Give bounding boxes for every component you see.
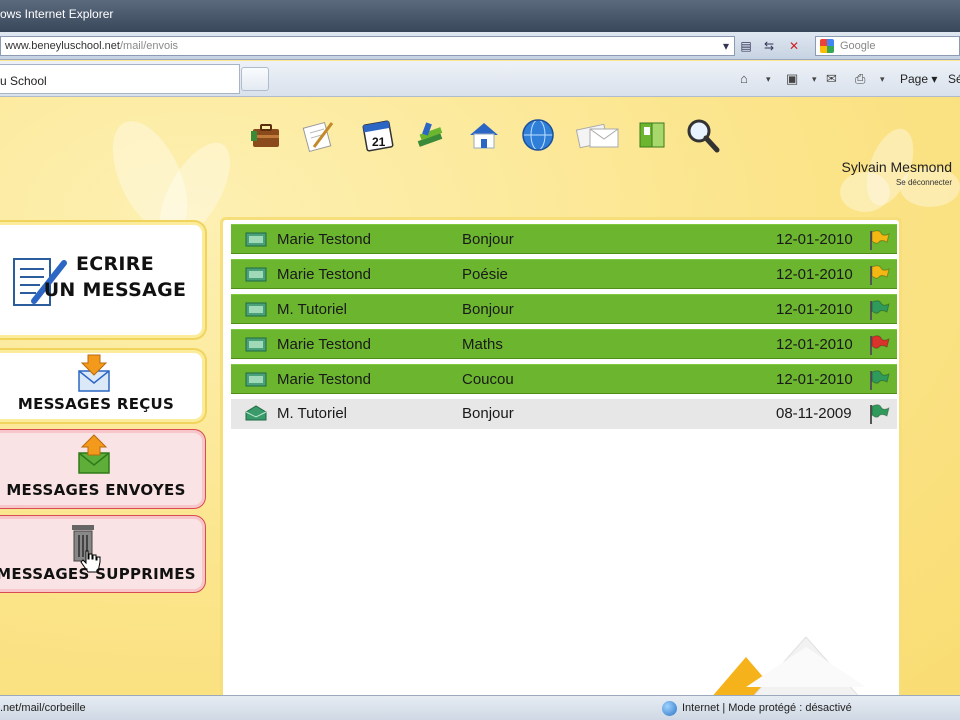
window-title: ows Internet Explorer	[0, 7, 114, 21]
tab-bar: u School ⌂ ▾ ▣ ▾ ✉ ⎙ ▾ Page ▾ Sé	[0, 61, 960, 97]
message-sender: M. Tutoriel	[277, 405, 348, 422]
message-sender: Marie Testond	[277, 266, 371, 283]
message-subject: Coucou	[462, 371, 514, 388]
app-icon-bar: 21	[246, 115, 730, 159]
message-date: 12-01-2010	[776, 371, 853, 388]
green-flag-icon[interactable]	[867, 299, 891, 321]
tab-title: u School	[0, 74, 47, 88]
message-row[interactable]: M. Tutoriel Bonjour 12-01-2010	[231, 294, 897, 324]
url-host: www.beneyluschool.net	[5, 40, 120, 52]
message-row[interactable]: Marie Testond Coucou 12-01-2010	[231, 364, 897, 394]
calendar-icon[interactable]: 21	[358, 115, 398, 155]
red-flag-icon[interactable]	[867, 334, 891, 356]
message-date: 08-11-2009	[776, 405, 852, 422]
message-date: 12-01-2010	[776, 266, 853, 283]
feeds-dropdown-icon[interactable]: ▾	[812, 74, 817, 85]
message-subject: Bonjour	[462, 405, 514, 422]
messages-received-label: MESSAGES REÇUS	[17, 395, 175, 413]
window-titlebar: ows Internet Explorer	[0, 0, 960, 32]
envelope-icon	[245, 337, 267, 352]
message-subject: Bonjour	[462, 231, 514, 248]
envelope-icon	[245, 267, 267, 282]
envelope-icon	[245, 302, 267, 317]
books-icon[interactable]	[410, 115, 450, 155]
message-row[interactable]: Marie Testond Maths 12-01-2010	[231, 329, 897, 359]
message-sender: Marie Testond	[277, 336, 371, 353]
messages-received-button[interactable]: MESSAGES REÇUS	[0, 353, 202, 419]
green-flag-icon[interactable]	[867, 369, 891, 391]
address-dropdown-icon[interactable]: ▾	[717, 38, 735, 54]
home-dropdown-icon[interactable]: ▾	[766, 74, 771, 85]
google-icon	[820, 39, 834, 53]
album-icon[interactable]	[632, 115, 672, 155]
message-date: 12-01-2010	[776, 336, 853, 353]
notepad-icon[interactable]	[298, 115, 338, 155]
envelope-decoration-icon	[713, 636, 866, 695]
message-date: 12-01-2010	[776, 301, 853, 318]
message-list-panel: Marie Testond Bonjour 12-01-2010 Marie Test…	[220, 217, 902, 695]
envelope-icon	[245, 232, 267, 247]
write-message-line2: UN MESSAGE	[43, 279, 187, 301]
address-toolbar: www.beneyluschool.net/mail/envois ▾ ▤ ⇆ …	[0, 32, 960, 60]
status-url: .net/mail/corbeille	[0, 702, 86, 714]
yellow-flag-icon[interactable]	[867, 264, 891, 286]
messages-sent-button[interactable]: MESSAGES ENVOYES	[0, 433, 202, 505]
message-subject: Maths	[462, 336, 503, 353]
security-menu[interactable]: Sé	[948, 72, 960, 86]
refresh-icon[interactable]: ⇆	[760, 38, 778, 54]
internet-zone-icon	[662, 701, 677, 716]
decor-petal	[840, 172, 890, 212]
message-sender: M. Tutoriel	[277, 301, 348, 318]
outbox-icon	[78, 434, 110, 474]
messages-deleted-button[interactable]: MESSAGES SUPPRIMES	[0, 519, 202, 589]
security-zone-label: Internet | Mode protégé : désactivé	[682, 702, 852, 714]
security-zone[interactable]: Internet | Mode protégé : désactivé	[662, 701, 852, 716]
home-icon[interactable]: ⌂	[740, 71, 748, 86]
write-message-line1: ECRIRE	[75, 253, 155, 275]
compat-view-icon[interactable]: ▤	[737, 38, 755, 54]
message-row[interactable]: Marie Testond Poésie 12-01-2010	[231, 259, 897, 289]
home-icon[interactable]	[464, 115, 504, 155]
message-subject: Poésie	[462, 266, 508, 283]
messages-deleted-label: MESSAGES SUPPRIMES	[0, 565, 196, 583]
search-placeholder: Google	[840, 40, 876, 52]
messages-sent-label: MESSAGES ENVOYES	[6, 481, 186, 499]
tab-beneylu-school[interactable]: u School	[0, 64, 240, 94]
open-envelope-icon	[245, 405, 267, 421]
feeds-icon[interactable]: ▣	[786, 71, 798, 87]
url-path: /mail/envois	[119, 40, 179, 52]
logout-link[interactable]: Se déconnecter	[896, 178, 952, 187]
stop-icon[interactable]: ✕	[785, 38, 803, 54]
user-name: Sylvain Mesmond	[841, 159, 953, 175]
page-menu[interactable]: Page ▾	[900, 72, 937, 86]
address-input[interactable]: www.beneyluschool.net/mail/envois	[0, 36, 735, 56]
print-dropdown-icon[interactable]: ▾	[880, 74, 885, 85]
new-tab-button[interactable]	[241, 67, 269, 91]
inbox-icon	[78, 354, 110, 392]
write-message-button[interactable]: ECRIRE UN MESSAGE	[0, 225, 202, 335]
globe-icon[interactable]	[518, 115, 558, 155]
message-row[interactable]: M. Tutoriel Bonjour 08-11-2009	[231, 399, 897, 429]
page-content: 21 Sylvain Mesmond Se déconnecter ECRIRE…	[0, 97, 960, 695]
magnifier-icon[interactable]	[682, 115, 722, 155]
message-date: 12-01-2010	[776, 231, 853, 248]
message-sender: Marie Testond	[277, 371, 371, 388]
briefcase-icon[interactable]	[246, 115, 286, 155]
search-input[interactable]: Google	[815, 36, 960, 56]
message-row[interactable]: Marie Testond Bonjour 12-01-2010	[231, 224, 897, 254]
envelopes-icon[interactable]	[572, 115, 624, 155]
calendar-day: 21	[372, 135, 386, 149]
message-subject: Bonjour	[462, 301, 514, 318]
message-sender: Marie Testond	[277, 231, 371, 248]
status-bar: .net/mail/corbeille Internet | Mode prot…	[0, 695, 960, 720]
green-flag-icon[interactable]	[867, 403, 891, 425]
envelope-icon	[245, 372, 267, 387]
print-icon[interactable]: ⎙	[855, 71, 865, 87]
yellow-flag-icon[interactable]	[867, 229, 891, 251]
mail-icon[interactable]: ✉	[826, 71, 837, 87]
